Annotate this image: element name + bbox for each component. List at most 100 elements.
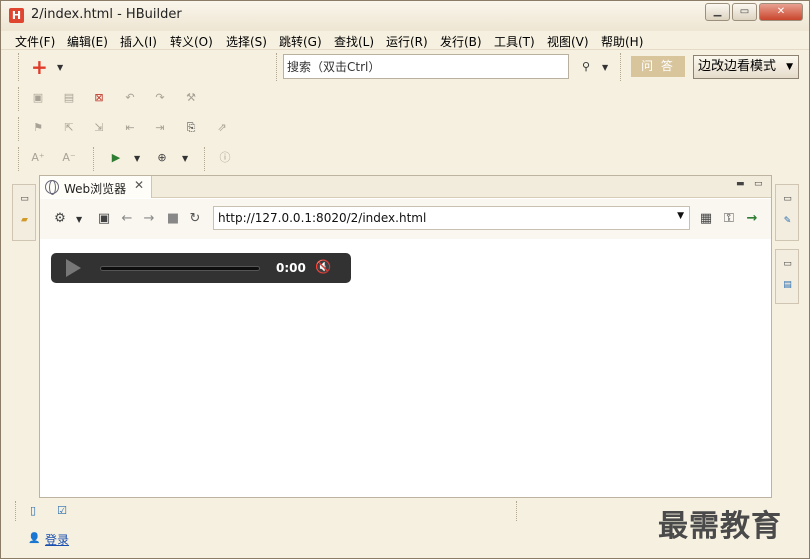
- mute-icon[interactable]: 🔇: [315, 259, 333, 277]
- close-file-icon[interactable]: ⊠: [92, 91, 106, 105]
- refresh-icon[interactable]: ↻: [187, 211, 203, 227]
- url-field[interactable]: http://127.0.0.1:8020/2/index.html ▼: [213, 206, 690, 230]
- toolbar-grip: [18, 53, 19, 81]
- menu-escape[interactable]: 转义(O): [170, 33, 213, 50]
- tab-close-icon[interactable]: ✕: [134, 178, 144, 192]
- maximize-button[interactable]: ▭: [732, 3, 757, 21]
- new-item-icon[interactable]: ▯: [26, 504, 40, 518]
- qa-button[interactable]: 问 答: [631, 56, 685, 77]
- task-icon[interactable]: ☑: [55, 504, 69, 518]
- prev-bookmark-icon[interactable]: ⇱: [62, 121, 76, 135]
- next-bookmark-icon[interactable]: ⇲: [92, 121, 106, 135]
- menu-tools[interactable]: 工具(T): [494, 33, 535, 50]
- maximize-panel-icon[interactable]: ▭: [754, 179, 763, 189]
- menu-file[interactable]: 文件(F): [15, 33, 55, 50]
- right-side-dock: ▭ ✎: [775, 184, 799, 241]
- toolbar-separator: [276, 53, 277, 81]
- search-input[interactable]: [284, 55, 568, 78]
- comment-icon[interactable]: ⎘: [184, 121, 198, 135]
- menu-help[interactable]: 帮助(H): [601, 33, 643, 50]
- user-icon: 👤: [28, 533, 41, 544]
- menu-edit[interactable]: 编辑(E): [67, 33, 108, 50]
- back-arrow-icon[interactable]: ←: [119, 211, 135, 227]
- collapse-icon[interactable]: ⇤: [123, 121, 137, 135]
- left-side-dock: ▭ ▰: [12, 184, 36, 241]
- panel-tab-bar: Web浏览器 ✕ ▬ ▭: [40, 176, 771, 198]
- watermark-text: 最需教育: [658, 509, 782, 544]
- search-icon[interactable]: ⚲: [579, 60, 593, 74]
- edit-mode-select[interactable]: 边改边看模式 ▼: [693, 55, 799, 79]
- info-icon[interactable]: ⓘ: [218, 151, 232, 165]
- lock-icon[interactable]: ⚿: [721, 211, 737, 227]
- title-bar: H 2/index.html - HBuilder ▁ ▭ ✕: [1, 1, 809, 31]
- chevron-down-icon: ▼: [786, 62, 793, 72]
- web-browser-panel: Web浏览器 ✕ ▬ ▭ ⚙ ▼ ▣ ← → ■ ↻ http://127.0.…: [39, 175, 772, 498]
- toolbar-separator-4: [204, 147, 205, 171]
- save-icon[interactable]: ▣: [31, 91, 45, 105]
- new-plus-icon[interactable]: +: [31, 57, 48, 77]
- font-smaller-icon[interactable]: A⁻: [62, 151, 76, 165]
- export-icon[interactable]: ⇗: [215, 121, 229, 135]
- toolbar-grip-3: [18, 117, 19, 141]
- window-title: 2/index.html - HBuilder: [31, 7, 182, 22]
- minimize-button[interactable]: ▁: [705, 3, 730, 21]
- save-all-icon[interactable]: ▤: [62, 91, 76, 105]
- url-text: http://127.0.0.1:8020/2/index.html: [218, 211, 427, 225]
- menu-select[interactable]: 选择(S): [226, 33, 267, 50]
- forward-arrow-icon[interactable]: →: [141, 211, 157, 227]
- settings-gear-icon[interactable]: ⚙: [52, 211, 68, 227]
- undo-icon[interactable]: ↶: [123, 91, 137, 105]
- browser-dropdown-icon[interactable]: ▼: [182, 154, 188, 163]
- settings-dropdown-icon[interactable]: ▼: [76, 215, 82, 224]
- menu-publish[interactable]: 发行(B): [440, 33, 482, 50]
- close-button[interactable]: ✕: [759, 3, 803, 21]
- restore-icon-right[interactable]: ▭: [781, 193, 794, 206]
- expand-icon[interactable]: ⇥: [153, 121, 167, 135]
- login-link[interactable]: 登录: [45, 531, 69, 548]
- player-time: 0:00: [276, 261, 306, 275]
- url-dropdown-icon[interactable]: ▼: [677, 211, 684, 221]
- new-dropdown-icon[interactable]: ▼: [57, 63, 63, 72]
- toolbar-grip-4: [18, 147, 19, 171]
- window-controls: ▁ ▭ ✕: [705, 3, 803, 21]
- go-arrow-icon[interactable]: →: [744, 211, 760, 227]
- restore-icon-right-2[interactable]: ▭: [781, 258, 794, 271]
- toolbar-separator-2: [620, 53, 621, 81]
- toolbar-separator-3: [93, 147, 94, 171]
- app-window: H 2/index.html - HBuilder ▁ ▭ ✕ 文件(F) 编辑…: [0, 0, 810, 559]
- menu-view[interactable]: 视图(V): [547, 33, 589, 50]
- tab-label: Web浏览器: [64, 182, 127, 196]
- menu-find[interactable]: 查找(L): [334, 33, 374, 50]
- browser-icon[interactable]: ⊕: [155, 151, 169, 165]
- tab-web-browser[interactable]: Web浏览器 ✕: [40, 176, 152, 198]
- bottom-grip: [15, 501, 16, 521]
- bookmark-icon[interactable]: ⚑: [31, 121, 45, 135]
- edit-mode-label: 边改边看模式: [698, 59, 777, 74]
- progress-track[interactable]: [100, 266, 260, 271]
- restore-icon[interactable]: ▭: [18, 193, 31, 206]
- project-folder-icon[interactable]: ▰: [18, 214, 31, 227]
- devtools-console-icon[interactable]: ▣: [96, 211, 112, 227]
- hbuilder-logo-icon: H: [9, 8, 24, 23]
- menu-bar: 文件(F) 编辑(E) 插入(I) 转义(O) 选择(S) 跳转(G) 查找(L…: [1, 31, 809, 50]
- console-icon[interactable]: ▤: [781, 279, 794, 292]
- format-icon[interactable]: ⚒: [184, 91, 198, 105]
- menu-goto[interactable]: 跳转(G): [279, 33, 322, 50]
- search-field[interactable]: [283, 54, 569, 79]
- bottom-separator: [516, 501, 517, 521]
- menu-run[interactable]: 运行(R): [386, 33, 428, 50]
- run-dropdown-icon[interactable]: ▼: [134, 154, 140, 163]
- font-larger-icon[interactable]: A⁺: [31, 151, 45, 165]
- run-icon[interactable]: ▶: [109, 151, 123, 165]
- qr-code-icon[interactable]: ▦: [698, 211, 714, 227]
- redo-icon[interactable]: ↷: [153, 91, 167, 105]
- right-side-dock-2: ▭ ▤: [775, 249, 799, 304]
- toolbar-grip-2: [18, 87, 19, 111]
- stop-icon[interactable]: ■: [165, 211, 181, 227]
- outline-icon[interactable]: ✎: [781, 215, 794, 228]
- menu-insert[interactable]: 插入(I): [120, 33, 157, 50]
- search-dropdown-icon[interactable]: ▼: [602, 63, 608, 72]
- browser-viewport: 0:00 🔇: [40, 239, 771, 497]
- minimize-panel-icon[interactable]: ▬: [736, 179, 745, 189]
- play-icon[interactable]: [66, 259, 81, 277]
